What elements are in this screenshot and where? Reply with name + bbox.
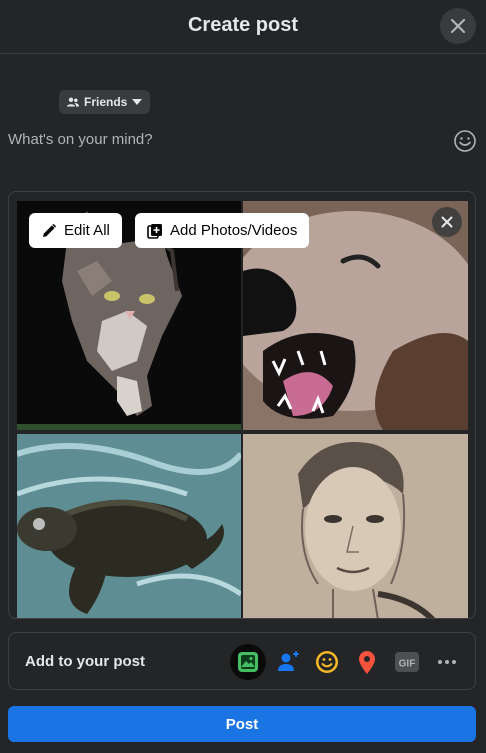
photo-tile[interactable] <box>243 434 468 618</box>
smiley-icon <box>454 130 476 152</box>
svg-text:GIF: GIF <box>399 659 416 670</box>
gif-icon: GIF <box>395 652 419 672</box>
add-to-post-label: Add to your post <box>25 653 145 670</box>
add-photos-videos-label: Add Photos/Videos <box>170 222 298 239</box>
close-icon <box>450 18 466 34</box>
tag-people-icon <box>278 651 299 671</box>
gif-button[interactable]: GIF <box>389 644 425 680</box>
edit-all-button[interactable]: Edit All <box>29 213 122 248</box>
close-icon <box>441 216 453 228</box>
add-to-post-bar: Add to your post GIF <box>8 632 476 690</box>
more-icon <box>438 660 456 664</box>
emoji-button[interactable] <box>453 129 477 153</box>
tag-people-button[interactable] <box>270 644 306 680</box>
media-preview: Edit All Add Photos/Videos <box>8 191 476 619</box>
portrait-sketch-photo <box>243 434 468 618</box>
close-button[interactable] <box>440 8 476 44</box>
pencil-icon <box>43 223 57 237</box>
photo-tile[interactable] <box>17 434 241 618</box>
feeling-activity-icon <box>316 651 338 673</box>
turtle-photo <box>17 434 241 618</box>
edit-all-label: Edit All <box>64 222 110 239</box>
dialog-title: Create post <box>187 14 299 36</box>
check-in-icon <box>359 651 375 674</box>
dialog-header: Create post <box>0 0 486 54</box>
add-photo-icon <box>147 223 162 239</box>
caret-down-icon <box>132 99 143 105</box>
post-text-input[interactable]: What's on your mind? <box>8 131 153 148</box>
add-photos-videos-button[interactable]: Add Photos/Videos <box>135 213 310 248</box>
audience-label: Friends <box>84 95 128 109</box>
remove-media-button[interactable] <box>432 207 462 237</box>
more-options-button[interactable] <box>429 644 465 680</box>
post-button[interactable]: Post <box>8 706 476 742</box>
photo-grid <box>17 201 468 618</box>
audience-selector[interactable]: Friends <box>59 90 151 114</box>
photo-video-icon <box>238 652 258 672</box>
photo-video-button[interactable] <box>230 644 266 680</box>
friends-icon <box>67 97 79 107</box>
check-in-button[interactable] <box>349 644 385 680</box>
feeling-activity-button[interactable] <box>309 644 345 680</box>
